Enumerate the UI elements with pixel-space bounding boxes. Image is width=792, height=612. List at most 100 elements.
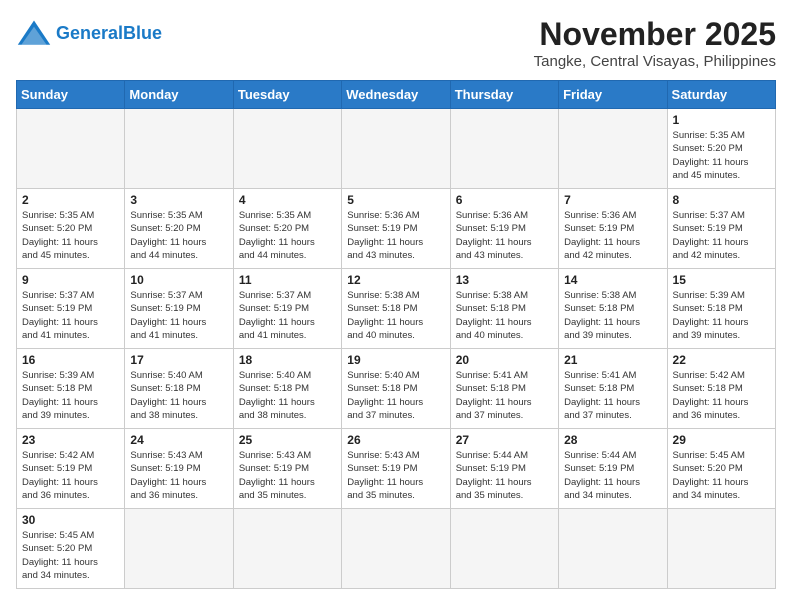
table-row: [450, 509, 558, 589]
page-header: GeneralBlue November 2025 Tangke, Centra…: [16, 16, 776, 70]
table-row: [125, 509, 233, 589]
day-info: Sunrise: 5:37 AM Sunset: 5:19 PM Dayligh…: [130, 289, 227, 342]
logo-text: GeneralBlue: [56, 24, 162, 44]
table-row: 29 Sunrise: 5:45 AM Sunset: 5:20 PM Dayli…: [667, 429, 775, 509]
table-row: 13Sunrise: 5:38 AM Sunset: 5:18 PM Dayli…: [450, 269, 558, 349]
day-info: Sunrise: 5:35 AM Sunset: 5:20 PM Dayligh…: [673, 129, 770, 182]
day-info: Sunrise: 5:45 AM Sunset: 5:20 PM Dayligh…: [22, 529, 119, 582]
day-number: 15: [673, 273, 770, 287]
table-row: [342, 509, 450, 589]
col-monday: Monday: [125, 81, 233, 109]
table-row: 2 Sunrise: 5:35 AM Sunset: 5:20 PM Daylig…: [17, 189, 125, 269]
table-row: [559, 509, 667, 589]
day-info: Sunrise: 5:42 AM Sunset: 5:19 PM Dayligh…: [22, 449, 119, 502]
calendar-week-row: 16Sunrise: 5:39 AM Sunset: 5:18 PM Dayli…: [17, 349, 776, 429]
day-info: Sunrise: 5:35 AM Sunset: 5:20 PM Dayligh…: [22, 209, 119, 262]
calendar-week-row: 30 Sunrise: 5:45 AM Sunset: 5:20 PM Dayli…: [17, 509, 776, 589]
day-number: 9: [22, 273, 119, 287]
day-info: Sunrise: 5:36 AM Sunset: 5:19 PM Dayligh…: [456, 209, 553, 262]
title-block: November 2025 Tangke, Central Visayas, P…: [534, 16, 776, 70]
table-row: 21Sunrise: 5:41 AM Sunset: 5:18 PM Dayli…: [559, 349, 667, 429]
table-row: 26 Sunrise: 5:43 AM Sunset: 5:19 PM Dayli…: [342, 429, 450, 509]
table-row: [233, 509, 341, 589]
day-info: Sunrise: 5:39 AM Sunset: 5:18 PM Dayligh…: [22, 369, 119, 422]
day-number: 24: [130, 433, 227, 447]
day-info: Sunrise: 5:44 AM Sunset: 5:19 PM Dayligh…: [564, 449, 661, 502]
table-row: 5 Sunrise: 5:36 AM Sunset: 5:19 PM Daylig…: [342, 189, 450, 269]
logo-blue: Blue: [123, 23, 162, 43]
table-row: [342, 109, 450, 189]
table-row: 27 Sunrise: 5:44 AM Sunset: 5:19 PM Dayli…: [450, 429, 558, 509]
table-row: 15 Sunrise: 5:39 AM Sunset: 5:18 PM Dayli…: [667, 269, 775, 349]
table-row: 22 Sunrise: 5:42 AM Sunset: 5:18 PM Dayli…: [667, 349, 775, 429]
day-number: 13: [456, 273, 553, 287]
day-number: 18: [239, 353, 336, 367]
day-number: 3: [130, 193, 227, 207]
day-number: 14: [564, 273, 661, 287]
table-row: 17Sunrise: 5:40 AM Sunset: 5:18 PM Dayli…: [125, 349, 233, 429]
day-number: 6: [456, 193, 553, 207]
col-saturday: Saturday: [667, 81, 775, 109]
table-row: 9Sunrise: 5:37 AM Sunset: 5:19 PM Daylig…: [17, 269, 125, 349]
day-number: 20: [456, 353, 553, 367]
day-number: 4: [239, 193, 336, 207]
day-number: 27: [456, 433, 553, 447]
day-number: 29: [673, 433, 770, 447]
day-number: 22: [673, 353, 770, 367]
day-info: Sunrise: 5:35 AM Sunset: 5:20 PM Dayligh…: [239, 209, 336, 262]
table-row: 10Sunrise: 5:37 AM Sunset: 5:19 PM Dayli…: [125, 269, 233, 349]
col-tuesday: Tuesday: [233, 81, 341, 109]
calendar-week-row: 1 Sunrise: 5:35 AM Sunset: 5:20 PM Daylig…: [17, 109, 776, 189]
day-info: Sunrise: 5:42 AM Sunset: 5:18 PM Dayligh…: [673, 369, 770, 422]
day-number: 7: [564, 193, 661, 207]
day-info: Sunrise: 5:43 AM Sunset: 5:19 PM Dayligh…: [239, 449, 336, 502]
calendar-week-row: 9 Sunrise: 5:37 AM Sunset: 5:19 PM Daylig…: [17, 269, 776, 349]
day-info: Sunrise: 5:38 AM Sunset: 5:18 PM Dayligh…: [347, 289, 444, 342]
day-number: 23: [22, 433, 119, 447]
table-row: 7Sunrise: 5:36 AM Sunset: 5:19 PM Daylig…: [559, 189, 667, 269]
day-number: 2: [22, 193, 119, 207]
table-row: 18 Sunrise: 5:40 AM Sunset: 5:18 PM Dayli…: [233, 349, 341, 429]
logo-icon: [16, 16, 52, 52]
day-number: 25: [239, 433, 336, 447]
table-row: 11Sunrise: 5:37 AM Sunset: 5:19 PM Dayli…: [233, 269, 341, 349]
day-info: Sunrise: 5:45 AM Sunset: 5:20 PM Dayligh…: [673, 449, 770, 502]
day-info: Sunrise: 5:43 AM Sunset: 5:19 PM Dayligh…: [347, 449, 444, 502]
day-number: 30: [22, 513, 119, 527]
calendar-week-row: 23 Sunrise: 5:42 AM Sunset: 5:19 PM Dayli…: [17, 429, 776, 509]
day-number: 1: [673, 113, 770, 127]
day-info: Sunrise: 5:40 AM Sunset: 5:18 PM Dayligh…: [239, 369, 336, 422]
day-info: Sunrise: 5:37 AM Sunset: 5:19 PM Dayligh…: [673, 209, 770, 262]
table-row: 12 Sunrise: 5:38 AM Sunset: 5:18 PM Dayli…: [342, 269, 450, 349]
day-info: Sunrise: 5:39 AM Sunset: 5:18 PM Dayligh…: [673, 289, 770, 342]
day-info: Sunrise: 5:44 AM Sunset: 5:19 PM Dayligh…: [456, 449, 553, 502]
day-info: Sunrise: 5:36 AM Sunset: 5:19 PM Dayligh…: [347, 209, 444, 262]
table-row: 30 Sunrise: 5:45 AM Sunset: 5:20 PM Dayli…: [17, 509, 125, 589]
day-info: Sunrise: 5:41 AM Sunset: 5:18 PM Dayligh…: [456, 369, 553, 422]
day-number: 5: [347, 193, 444, 207]
col-friday: Friday: [559, 81, 667, 109]
table-row: 16Sunrise: 5:39 AM Sunset: 5:18 PM Dayli…: [17, 349, 125, 429]
table-row: 6 Sunrise: 5:36 AM Sunset: 5:19 PM Daylig…: [450, 189, 558, 269]
day-info: Sunrise: 5:35 AM Sunset: 5:20 PM Dayligh…: [130, 209, 227, 262]
day-number: 8: [673, 193, 770, 207]
table-row: 19 Sunrise: 5:40 AM Sunset: 5:18 PM Dayli…: [342, 349, 450, 429]
day-number: 19: [347, 353, 444, 367]
col-sunday: Sunday: [17, 81, 125, 109]
calendar-header-row: Sunday Monday Tuesday Wednesday Thursday…: [17, 81, 776, 109]
table-row: [450, 109, 558, 189]
table-row: [233, 109, 341, 189]
col-wednesday: Wednesday: [342, 81, 450, 109]
table-row: 4 Sunrise: 5:35 AM Sunset: 5:20 PM Daylig…: [233, 189, 341, 269]
table-row: 1 Sunrise: 5:35 AM Sunset: 5:20 PM Daylig…: [667, 109, 775, 189]
day-number: 11: [239, 273, 336, 287]
logo: GeneralBlue: [16, 16, 162, 52]
table-row: 14Sunrise: 5:38 AM Sunset: 5:18 PM Dayli…: [559, 269, 667, 349]
day-info: Sunrise: 5:40 AM Sunset: 5:18 PM Dayligh…: [347, 369, 444, 422]
logo-general: General: [56, 23, 123, 43]
table-row: [125, 109, 233, 189]
day-number: 26: [347, 433, 444, 447]
day-info: Sunrise: 5:41 AM Sunset: 5:18 PM Dayligh…: [564, 369, 661, 422]
day-number: 12: [347, 273, 444, 287]
day-info: Sunrise: 5:43 AM Sunset: 5:19 PM Dayligh…: [130, 449, 227, 502]
